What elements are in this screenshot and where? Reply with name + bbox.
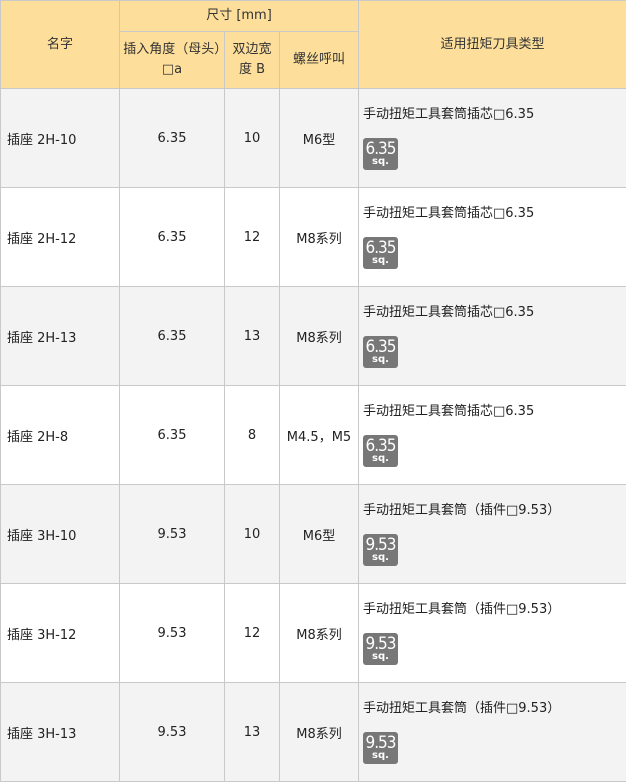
cell-thread: M6型 xyxy=(280,485,359,584)
square-drive-size-icon: 6.35 sq. xyxy=(363,336,398,368)
table-row: 插座 2H-12 6.35 12 M8系列 手动扭矩工具套筒插芯□6.35 6.… xyxy=(1,188,626,287)
table-row: 插座 3H-12 9.53 12 M8系列 手动扭矩工具套筒（插件□9.53） … xyxy=(1,584,626,683)
header-size-group: 尺寸 [mm] xyxy=(120,1,359,32)
cell-name: 插座 3H-12 xyxy=(1,584,120,683)
tool-type-text: 手动扭矩工具套筒插芯□6.35 xyxy=(363,205,626,223)
cell-tool: 手动扭矩工具套筒（插件□9.53） 9.53 sq. xyxy=(359,485,626,584)
cell-tool: 手动扭矩工具套筒插芯□6.35 6.35 sq. xyxy=(359,188,626,287)
cell-width: 13 xyxy=(225,287,280,386)
cell-width: 10 xyxy=(225,89,280,188)
cell-angle: 6.35 xyxy=(120,386,225,485)
tool-type-text: 手动扭矩工具套筒（插件□9.53） xyxy=(363,700,626,718)
cell-thread: M6型 xyxy=(280,89,359,188)
tool-type-text: 手动扭矩工具套筒插芯□6.35 xyxy=(363,304,626,322)
cell-angle: 6.35 xyxy=(120,188,225,287)
cell-thread: M4.5，M5 xyxy=(280,386,359,485)
cell-thread: M8系列 xyxy=(280,683,359,782)
square-drive-size-icon: 9.53 sq. xyxy=(363,534,398,566)
tool-type-text: 手动扭矩工具套筒插芯□6.35 xyxy=(363,106,626,124)
socket-spec-table: 名字 尺寸 [mm] 适用扭矩刀具类型 插入角度（母头）□a 双边宽度 B 螺丝… xyxy=(0,0,626,782)
cell-width: 13 xyxy=(225,683,280,782)
cell-width: 10 xyxy=(225,485,280,584)
cell-thread: M8系列 xyxy=(280,287,359,386)
cell-angle: 6.35 xyxy=(120,89,225,188)
cell-width: 12 xyxy=(225,188,280,287)
header-insert-angle: 插入角度（母头）□a xyxy=(120,32,225,89)
header-tool-type: 适用扭矩刀具类型 xyxy=(359,1,626,89)
square-drive-size-icon: 6.35 sq. xyxy=(363,237,398,269)
header-width-b: 双边宽度 B xyxy=(225,32,280,89)
square-drive-size-icon: 9.53 sq. xyxy=(363,732,398,764)
cell-tool: 手动扭矩工具套筒（插件□9.53） 9.53 sq. xyxy=(359,584,626,683)
table-row: 插座 2H-10 6.35 10 M6型 手动扭矩工具套筒插芯□6.35 6.3… xyxy=(1,89,626,188)
header-name: 名字 xyxy=(1,1,120,89)
cell-angle: 9.53 xyxy=(120,683,225,782)
cell-angle: 9.53 xyxy=(120,485,225,584)
cell-thread: M8系列 xyxy=(280,584,359,683)
cell-name: 插座 3H-13 xyxy=(1,683,120,782)
cell-name: 插座 2H-12 xyxy=(1,188,120,287)
cell-name: 插座 3H-10 xyxy=(1,485,120,584)
tool-type-text: 手动扭矩工具套筒（插件□9.53） xyxy=(363,601,626,619)
tool-type-text: 手动扭矩工具套筒插芯□6.35 xyxy=(363,403,626,421)
square-drive-size-icon: 6.35 sq. xyxy=(363,138,398,170)
header-thread: 螺丝呼叫 xyxy=(280,32,359,89)
cell-name: 插座 2H-10 xyxy=(1,89,120,188)
cell-name: 插座 2H-13 xyxy=(1,287,120,386)
table-row: 插座 3H-10 9.53 10 M6型 手动扭矩工具套筒（插件□9.53） 9… xyxy=(1,485,626,584)
table-row: 插座 2H-13 6.35 13 M8系列 手动扭矩工具套筒插芯□6.35 6.… xyxy=(1,287,626,386)
cell-name: 插座 2H-8 xyxy=(1,386,120,485)
square-drive-size-icon: 6.35 sq. xyxy=(363,435,398,467)
table-row: 插座 2H-8 6.35 8 M4.5，M5 手动扭矩工具套筒插芯□6.35 6… xyxy=(1,386,626,485)
cell-tool: 手动扭矩工具套筒插芯□6.35 6.35 sq. xyxy=(359,386,626,485)
square-drive-size-icon: 9.53 sq. xyxy=(363,633,398,665)
cell-width: 8 xyxy=(225,386,280,485)
cell-tool: 手动扭矩工具套筒（插件□9.53） 9.53 sq. xyxy=(359,683,626,782)
cell-width: 12 xyxy=(225,584,280,683)
cell-tool: 手动扭矩工具套筒插芯□6.35 6.35 sq. xyxy=(359,89,626,188)
cell-angle: 9.53 xyxy=(120,584,225,683)
cell-thread: M8系列 xyxy=(280,188,359,287)
table-row: 插座 3H-13 9.53 13 M8系列 手动扭矩工具套筒（插件□9.53） … xyxy=(1,683,626,782)
cell-tool: 手动扭矩工具套筒插芯□6.35 6.35 sq. xyxy=(359,287,626,386)
cell-angle: 6.35 xyxy=(120,287,225,386)
tool-type-text: 手动扭矩工具套筒（插件□9.53） xyxy=(363,502,626,520)
